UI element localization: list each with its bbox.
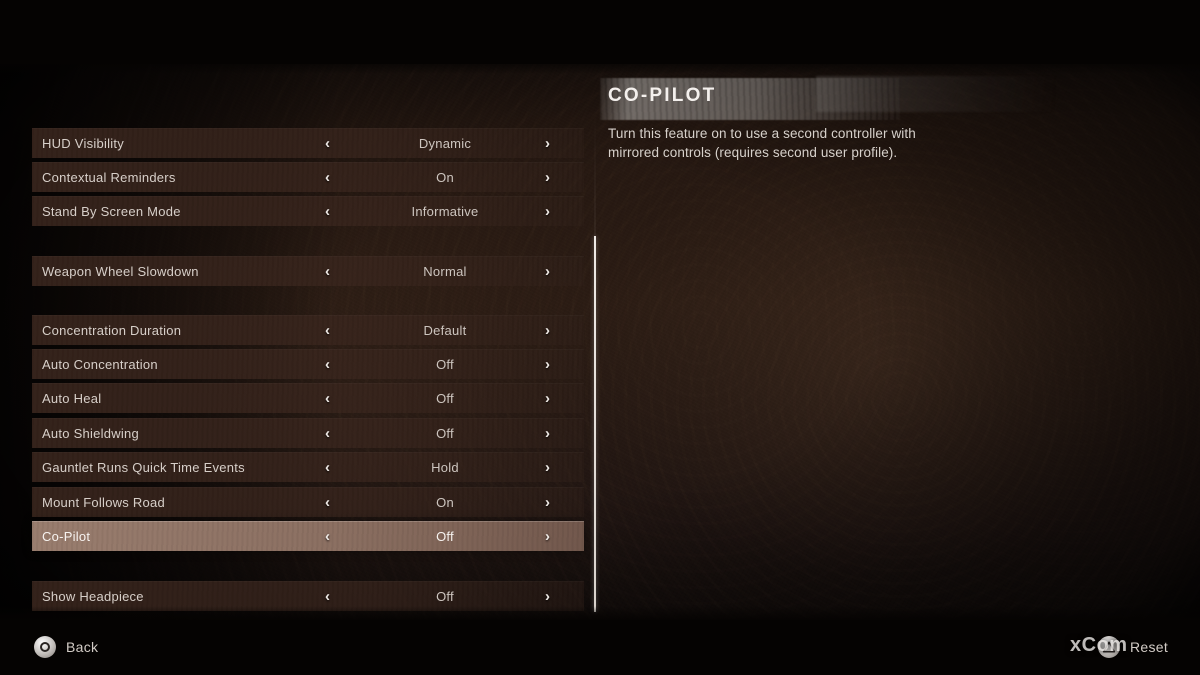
previous-value-arrow[interactable]: ‹: [325, 170, 330, 185]
row-value: Default: [423, 322, 467, 338]
previous-value-arrow[interactable]: ‹: [325, 357, 330, 372]
settings-row[interactable]: Auto Heal ‹ Off ›: [32, 383, 584, 413]
row-label: Gauntlet Runs Quick Time Events: [42, 459, 245, 475]
reset-button[interactable]: Reset: [1098, 636, 1168, 658]
row-label: Stand By Screen Mode: [42, 203, 181, 219]
back-button[interactable]: Back: [34, 636, 98, 658]
row-label: Auto Shieldwing: [42, 425, 139, 441]
row-value: Off: [436, 390, 454, 406]
triangle-button-icon: [1098, 636, 1120, 658]
row-label: Show Headpiece: [42, 588, 144, 604]
settings-row[interactable]: Weapon Wheel Slowdown ‹ Normal ›: [32, 256, 584, 286]
row-label: Auto Concentration: [42, 356, 158, 372]
top-bar: [0, 0, 1200, 64]
row-value: Dynamic: [418, 135, 472, 151]
settings-row[interactable]: Auto Concentration ‹ Off ›: [32, 349, 584, 379]
row-value: Off: [436, 528, 454, 544]
row-value: Off: [436, 588, 454, 604]
row-value: Informative: [411, 203, 479, 219]
settings-list: HUD Visibility ‹ Dynamic › Contextual Remind…: [0, 64, 600, 612]
next-value-arrow[interactable]: ›: [545, 264, 550, 279]
settings-row[interactable]: Auto Shieldwing ‹ Off ›: [32, 418, 584, 448]
previous-value-arrow[interactable]: ‹: [325, 426, 330, 441]
row-value: Off: [436, 425, 454, 441]
row-label: HUD Visibility: [42, 135, 124, 151]
row-label: Contextual Reminders: [42, 169, 176, 185]
next-value-arrow[interactable]: ›: [545, 426, 550, 441]
row-label: Mount Follows Road: [42, 494, 165, 510]
row-value: Hold: [431, 459, 459, 475]
settings-screen: SETTINGS L1 R1 GENERALCONTROLSAUDIOVISUA…: [0, 0, 1200, 675]
row-value: On: [436, 169, 454, 185]
row-label: Concentration Duration: [42, 322, 182, 338]
next-value-arrow[interactable]: ›: [545, 170, 550, 185]
next-value-arrow[interactable]: ›: [545, 495, 550, 510]
detail-title: CO-PILOT: [608, 85, 717, 106]
row-label: Auto Heal: [42, 390, 102, 406]
row-value: Normal: [423, 263, 467, 279]
next-value-arrow[interactable]: ›: [545, 204, 550, 219]
settings-row[interactable]: Co-Pilot ‹ Off ›: [32, 521, 584, 551]
previous-value-arrow[interactable]: ‹: [325, 495, 330, 510]
next-value-arrow[interactable]: ›: [545, 529, 550, 544]
row-value: On: [436, 494, 454, 510]
previous-value-arrow[interactable]: ‹: [325, 589, 330, 604]
settings-row[interactable]: Concentration Duration ‹ Default ›: [32, 315, 584, 345]
previous-value-arrow[interactable]: ‹: [325, 391, 330, 406]
row-value: Off: [436, 356, 454, 372]
reset-button-label: Reset: [1130, 639, 1169, 655]
next-value-arrow[interactable]: ›: [545, 391, 550, 406]
previous-value-arrow[interactable]: ‹: [325, 460, 330, 475]
next-value-arrow[interactable]: ›: [545, 323, 550, 338]
circle-button-icon: [34, 636, 56, 658]
row-label: Weapon Wheel Slowdown: [42, 263, 199, 279]
previous-value-arrow[interactable]: ‹: [325, 136, 330, 151]
settings-row[interactable]: Gauntlet Runs Quick Time Events ‹ Hold ›: [32, 452, 584, 482]
previous-value-arrow[interactable]: ‹: [325, 264, 330, 279]
next-value-arrow[interactable]: ›: [545, 136, 550, 151]
settings-row[interactable]: Contextual Reminders ‹ On ›: [32, 162, 584, 192]
settings-row[interactable]: Stand By Screen Mode ‹ Informative ›: [32, 196, 584, 226]
previous-value-arrow[interactable]: ‹: [325, 204, 330, 219]
back-button-label: Back: [66, 639, 99, 655]
scrollbar-thumb[interactable]: [594, 236, 596, 612]
settings-row[interactable]: Mount Follows Road ‹ On ›: [32, 487, 584, 517]
bottom-bar: [0, 620, 1200, 675]
next-value-arrow[interactable]: ›: [545, 357, 550, 372]
detail-panel: CO-PILOT Turn this feature on to use a s…: [600, 76, 1056, 162]
row-label: Co-Pilot: [42, 528, 91, 544]
detail-description: Turn this feature on to use a second con…: [608, 126, 916, 161]
next-value-arrow[interactable]: ›: [545, 460, 550, 475]
top-bar-fade: [0, 58, 1200, 74]
settings-row[interactable]: HUD Visibility ‹ Dynamic ›: [32, 128, 584, 158]
previous-value-arrow[interactable]: ‹: [325, 323, 330, 338]
next-value-arrow[interactable]: ›: [545, 589, 550, 604]
previous-value-arrow[interactable]: ‹: [325, 529, 330, 544]
